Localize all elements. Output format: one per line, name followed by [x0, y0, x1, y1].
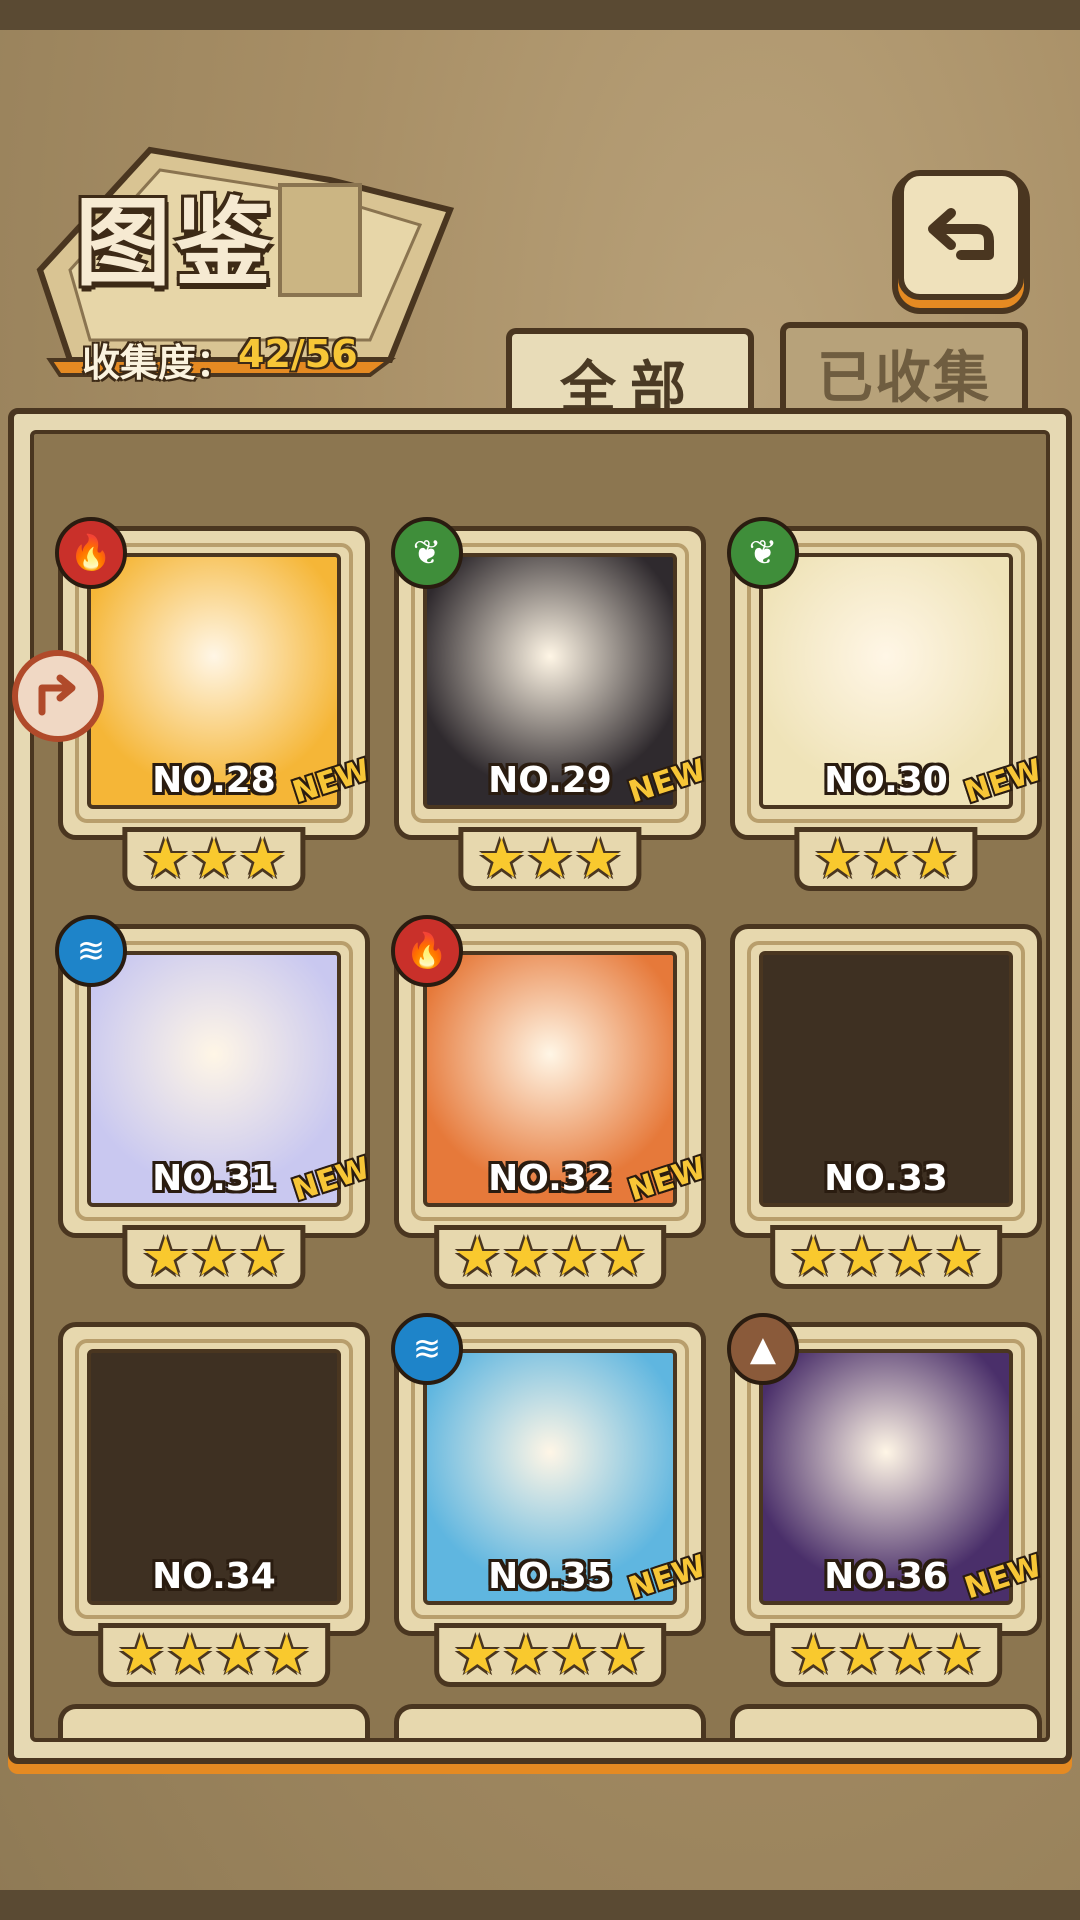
character-portrait: NO.36 [759, 1349, 1013, 1605]
collection-label: 收集度： [82, 341, 235, 385]
character-card[interactable]: NO.32 NEW 🔥 ★★★★ [391, 915, 710, 1289]
page-title: 图鉴 [75, 186, 275, 299]
collection-progress: 收集度： 42/56 [82, 332, 358, 387]
character-portrait: NO.28 [87, 553, 341, 809]
character-card[interactable]: NO.33 ★★★★ [730, 924, 1042, 1289]
star-rating: ★★★★ [434, 1225, 666, 1289]
collection-panel: NO.28 NEW 🔥 ★★★ NO.29 NEW ❦ ★★★ NO.30 NEW ❦ ★★★ NO.3… [8, 408, 1072, 1764]
character-portrait: NO.32 [423, 951, 677, 1207]
bottom-border [0, 1890, 1080, 1920]
character-card[interactable]: NO.30 NEW ❦ ★★★ [727, 517, 1046, 891]
water-element-icon: ≋ [391, 1313, 463, 1385]
star-rating: ★★★ [122, 1225, 306, 1289]
collection-value: 42/56 [238, 332, 358, 376]
card-partial [58, 1704, 370, 1738]
top-border [0, 0, 1080, 30]
character-card[interactable]: NO.29 NEW ❦ ★★★ [391, 517, 710, 891]
character-card[interactable]: NO.34 ★★★★ [58, 1322, 370, 1687]
earth-element-icon: ▲ [727, 1313, 799, 1385]
star-rating: ★★★★ [770, 1623, 1002, 1687]
star-rating: ★★★★ [770, 1225, 1002, 1289]
back-button[interactable] [898, 170, 1024, 300]
character-portrait: NO.29 [423, 553, 677, 809]
card-grid: NO.28 NEW 🔥 ★★★ NO.29 NEW ❦ ★★★ NO.30 NEW ❦ ★★★ NO.3… [55, 517, 1046, 1687]
share-icon [38, 674, 76, 716]
star-icons: ★★★ [141, 1225, 287, 1288]
character-portrait: NO.31 [87, 951, 341, 1207]
leaf-element-icon: ❦ [727, 517, 799, 589]
star-rating: ★★★ [794, 827, 978, 891]
locked-portrait: NO.33 [759, 951, 1013, 1207]
star-rating: ★★★★ [98, 1623, 330, 1687]
card-number: NO.34 [152, 1556, 276, 1597]
character-portrait: NO.35 [423, 1349, 677, 1605]
water-element-icon: ≋ [55, 915, 127, 987]
fire-element-icon: 🔥 [55, 517, 127, 589]
card-partial [394, 1704, 706, 1738]
star-icons: ★★★ [813, 827, 959, 890]
next-row-partial [58, 1704, 1042, 1738]
star-icons: ★★★★ [789, 1623, 983, 1686]
star-icons: ★★★★ [789, 1225, 983, 1288]
fire-element-icon: 🔥 [391, 915, 463, 987]
leaf-element-icon: ❦ [391, 517, 463, 589]
locked-portrait: NO.34 [87, 1349, 341, 1605]
star-icons: ★★★★ [453, 1225, 647, 1288]
character-card[interactable]: NO.31 NEW ≋ ★★★ [55, 915, 374, 1289]
share-button[interactable] [12, 650, 104, 742]
star-rating: ★★★ [458, 827, 642, 891]
card-partial [730, 1704, 1042, 1738]
star-icons: ★★★★ [453, 1623, 647, 1686]
character-portrait: NO.30 [759, 553, 1013, 809]
star-icons: ★★★★ [117, 1623, 311, 1686]
character-card[interactable]: NO.35 NEW ≋ ★★★★ [391, 1313, 710, 1687]
star-rating: ★★★★ [434, 1623, 666, 1687]
card-list[interactable]: NO.28 NEW 🔥 ★★★ NO.29 NEW ❦ ★★★ NO.30 NEW ❦ ★★★ NO.3… [30, 430, 1050, 1742]
tab-collected[interactable]: 已收集 [780, 322, 1028, 418]
star-icons: ★★★ [141, 827, 287, 890]
card-number: NO.33 [824, 1158, 948, 1199]
character-card[interactable]: NO.28 NEW 🔥 ★★★ [55, 517, 374, 891]
star-icons: ★★★ [477, 827, 623, 890]
star-rating: ★★★ [122, 827, 306, 891]
character-card[interactable]: NO.36 NEW ▲ ★★★★ [727, 1313, 1046, 1687]
back-arrow-icon [928, 208, 994, 260]
